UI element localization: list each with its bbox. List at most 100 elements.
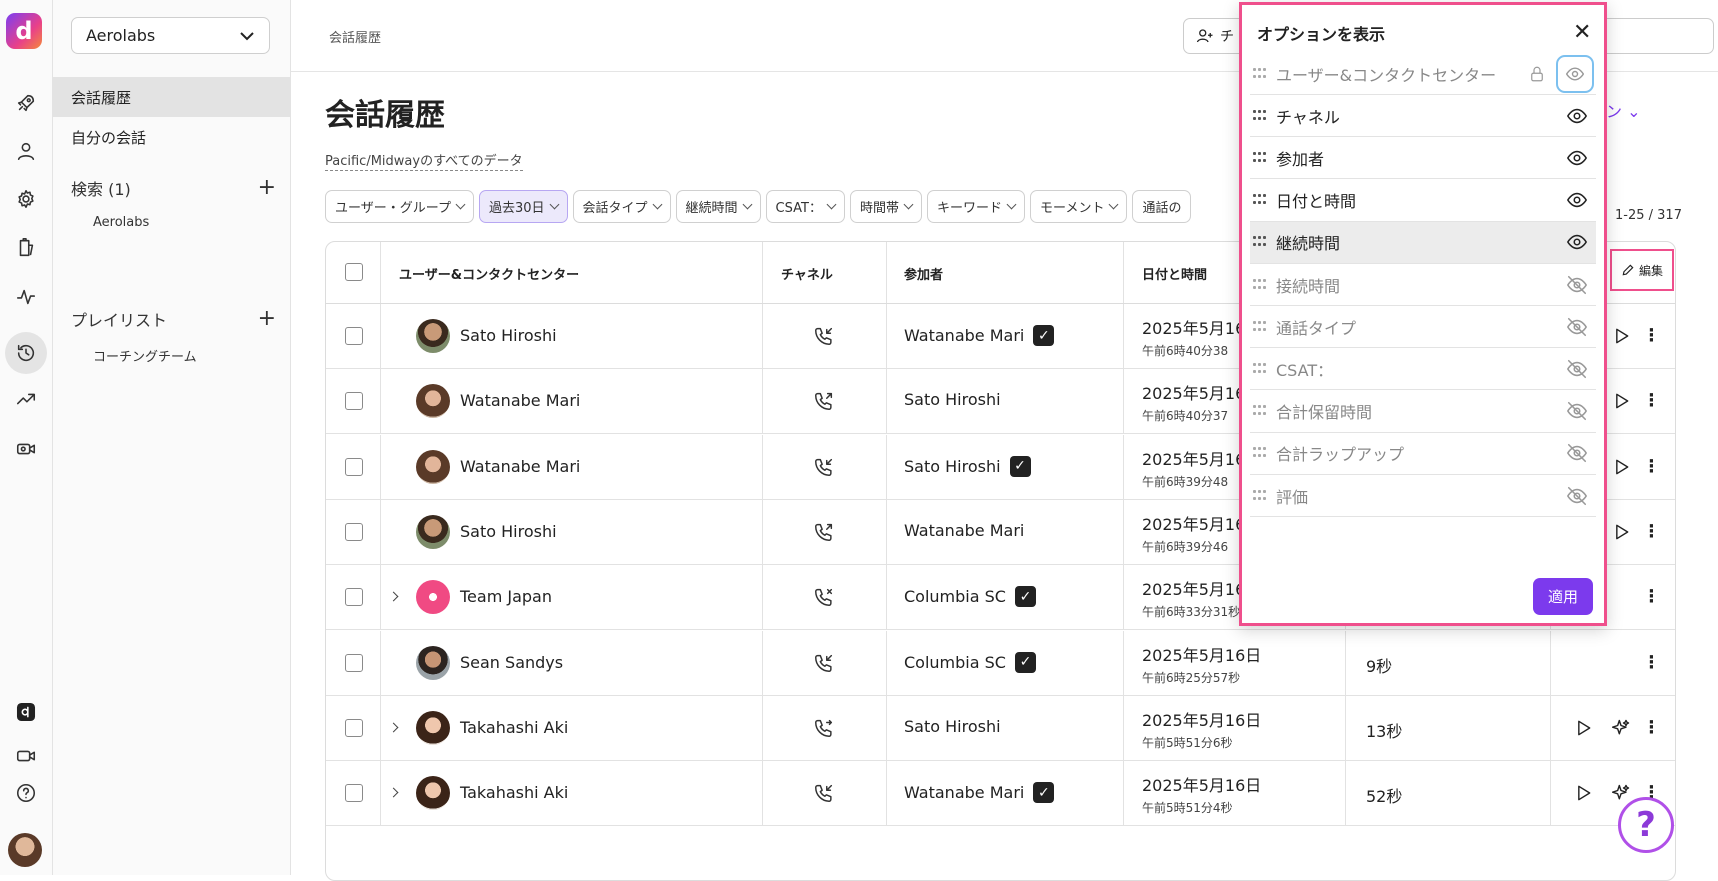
workspace-name: Aerolabs [86, 26, 156, 45]
search-section-title: 検索 (1) [71, 180, 131, 199]
column-option[interactable]: CSAT： [1250, 348, 1596, 391]
search-item[interactable]: Aerolabs [93, 215, 149, 230]
filter-label: 継続時間 [685, 201, 738, 216]
app-logo[interactable]: d [6, 13, 42, 49]
chevron-down-icon [549, 199, 559, 210]
activity-icon[interactable] [11, 282, 41, 312]
drag-handle-icon[interactable] [1253, 320, 1267, 333]
add-user-label: チ [1220, 29, 1234, 45]
timezone-link[interactable]: Pacific/Midwayのすべてのデータ [325, 150, 523, 171]
more-options-icon[interactable]: ··· [1648, 322, 1655, 350]
filter-time-of-day[interactable]: 時間帯 [849, 190, 922, 223]
column-option[interactable]: ユーザー&コンタクトセンター [1250, 53, 1596, 95]
chevron-down-icon [903, 199, 914, 210]
column-option[interactable]: チャネル [1250, 95, 1596, 138]
chevron-down-icon [826, 199, 837, 210]
eye-icon[interactable] [1556, 54, 1594, 93]
play-icon[interactable] [1611, 391, 1631, 411]
trending-icon[interactable] [11, 384, 41, 414]
video-eye-icon[interactable] [11, 434, 41, 464]
eye-off-icon[interactable] [1566, 316, 1588, 338]
filter-label: ユーザー・グループ [335, 201, 451, 216]
play-icon[interactable] [1611, 326, 1631, 346]
drag-handle-icon[interactable] [1253, 278, 1267, 291]
filter-user-group[interactable]: ユーザー・グループ [325, 190, 474, 223]
add-search-icon[interactable]: + [258, 177, 276, 199]
more-options-icon[interactable]: ··· [1648, 387, 1655, 415]
play-icon[interactable] [1573, 783, 1593, 803]
column-option[interactable]: 接続時間 [1250, 264, 1596, 306]
column-option[interactable]: 評価 [1250, 475, 1596, 517]
filter-csat[interactable]: CSAT： [765, 190, 845, 223]
drag-handle-icon[interactable] [1253, 151, 1267, 164]
drag-handle-icon[interactable] [1253, 447, 1267, 459]
play-icon[interactable] [1611, 522, 1631, 542]
breadcrumb: 会話履歴 [329, 31, 382, 46]
eye-off-icon[interactable] [1566, 485, 1588, 507]
eye-off-icon[interactable] [1566, 442, 1588, 464]
play-icon[interactable] [1611, 457, 1631, 477]
eye-icon[interactable] [1566, 231, 1588, 253]
eye-icon[interactable] [1566, 147, 1588, 169]
drag-handle-icon[interactable] [1253, 194, 1267, 206]
ai-sparkle-icon[interactable] [1611, 783, 1631, 803]
nav-call-history[interactable]: 会話履歴 [53, 77, 290, 117]
filter-label: 通話の [1142, 201, 1182, 216]
column-options-panel: オプションを表示 ✕ ユーザー&コンタクトセンター チャネル 参加者 日付と時間 継続時… [1239, 2, 1607, 626]
user-avatar[interactable] [8, 833, 42, 867]
video-icon[interactable] [11, 741, 41, 771]
filter-moment[interactable]: モーメント [1029, 190, 1128, 223]
gear-icon[interactable] [11, 184, 41, 214]
column-option[interactable]: 参加者 [1250, 137, 1596, 180]
help-circle-icon[interactable] [11, 778, 41, 808]
filter-duration[interactable]: 継続時間 [675, 190, 761, 223]
filter-date-range[interactable]: 過去30日 [478, 190, 568, 223]
more-options-icon[interactable]: ··· [1648, 452, 1655, 480]
column-option[interactable]: 合計保留時間 [1250, 391, 1596, 433]
drag-handle-icon[interactable] [1253, 109, 1267, 122]
filter-label: CSAT： [775, 201, 822, 216]
drag-handle-icon[interactable] [1253, 362, 1267, 375]
close-icon[interactable]: ✕ [1573, 20, 1591, 45]
eye-off-icon[interactable] [1566, 274, 1588, 296]
more-options-icon[interactable]: ··· [1648, 648, 1655, 676]
rocket-icon[interactable] [11, 88, 41, 118]
lock-icon [1528, 65, 1546, 83]
play-icon[interactable] [1573, 718, 1593, 738]
nav-my-calls[interactable]: 自分の会話 [53, 117, 290, 157]
eye-off-icon[interactable] [1566, 400, 1588, 422]
apply-button[interactable]: 適用 [1533, 578, 1593, 615]
filter-call-type[interactable]: 会話タイプ [572, 190, 671, 223]
filter-label: 過去30日 [488, 201, 545, 216]
column-option[interactable]: 日付と時間 [1250, 180, 1596, 222]
more-options-icon[interactable]: ··· [1648, 713, 1655, 741]
drag-handle-icon[interactable] [1253, 405, 1267, 417]
help-button[interactable]: ? [1618, 797, 1674, 853]
table-row[interactable]: Takahashi Aki Sato Hiroshi 2025年5月16日 午前5時5… [326, 695, 1675, 761]
playlist-item[interactable]: コーチングチーム [93, 346, 197, 365]
eye-off-icon[interactable] [1566, 358, 1588, 380]
eye-icon[interactable] [1566, 189, 1588, 211]
dialpad-app-icon[interactable] [11, 697, 41, 727]
workspace-selector[interactable]: Aerolabs [71, 17, 270, 54]
table-row[interactable]: Sean Sandys Columbia SC ✓ 2025年5月16日 午前6時25分… [326, 630, 1675, 696]
edit-columns-button[interactable]: 編集 [1610, 249, 1674, 291]
ai-sparkle-icon[interactable] [1611, 718, 1631, 738]
column-option[interactable]: 通話タイプ [1250, 306, 1596, 349]
more-options-icon[interactable]: ··· [1648, 517, 1655, 545]
filter-call[interactable]: 通話の [1132, 190, 1192, 223]
drag-handle-icon[interactable] [1253, 489, 1267, 502]
drag-handle-icon[interactable] [1253, 67, 1267, 80]
user-icon[interactable] [11, 136, 41, 166]
filter-label: 会話タイプ [582, 201, 648, 216]
filter-keyword[interactable]: キーワード [926, 190, 1025, 223]
column-option[interactable]: 合計ラップアップ [1250, 433, 1596, 475]
drag-handle-icon[interactable] [1253, 236, 1267, 248]
add-playlist-icon[interactable]: + [258, 308, 276, 330]
table-row[interactable]: Takahashi Aki Watanabe Mari ✓ 2025年5月16日 午前5… [326, 761, 1675, 827]
eye-icon[interactable] [1566, 105, 1588, 127]
clipboard-route-icon[interactable] [11, 233, 41, 263]
more-options-icon[interactable]: ··· [1648, 583, 1655, 611]
column-option[interactable]: 継続時間 [1250, 221, 1596, 264]
history-icon[interactable] [5, 332, 47, 374]
